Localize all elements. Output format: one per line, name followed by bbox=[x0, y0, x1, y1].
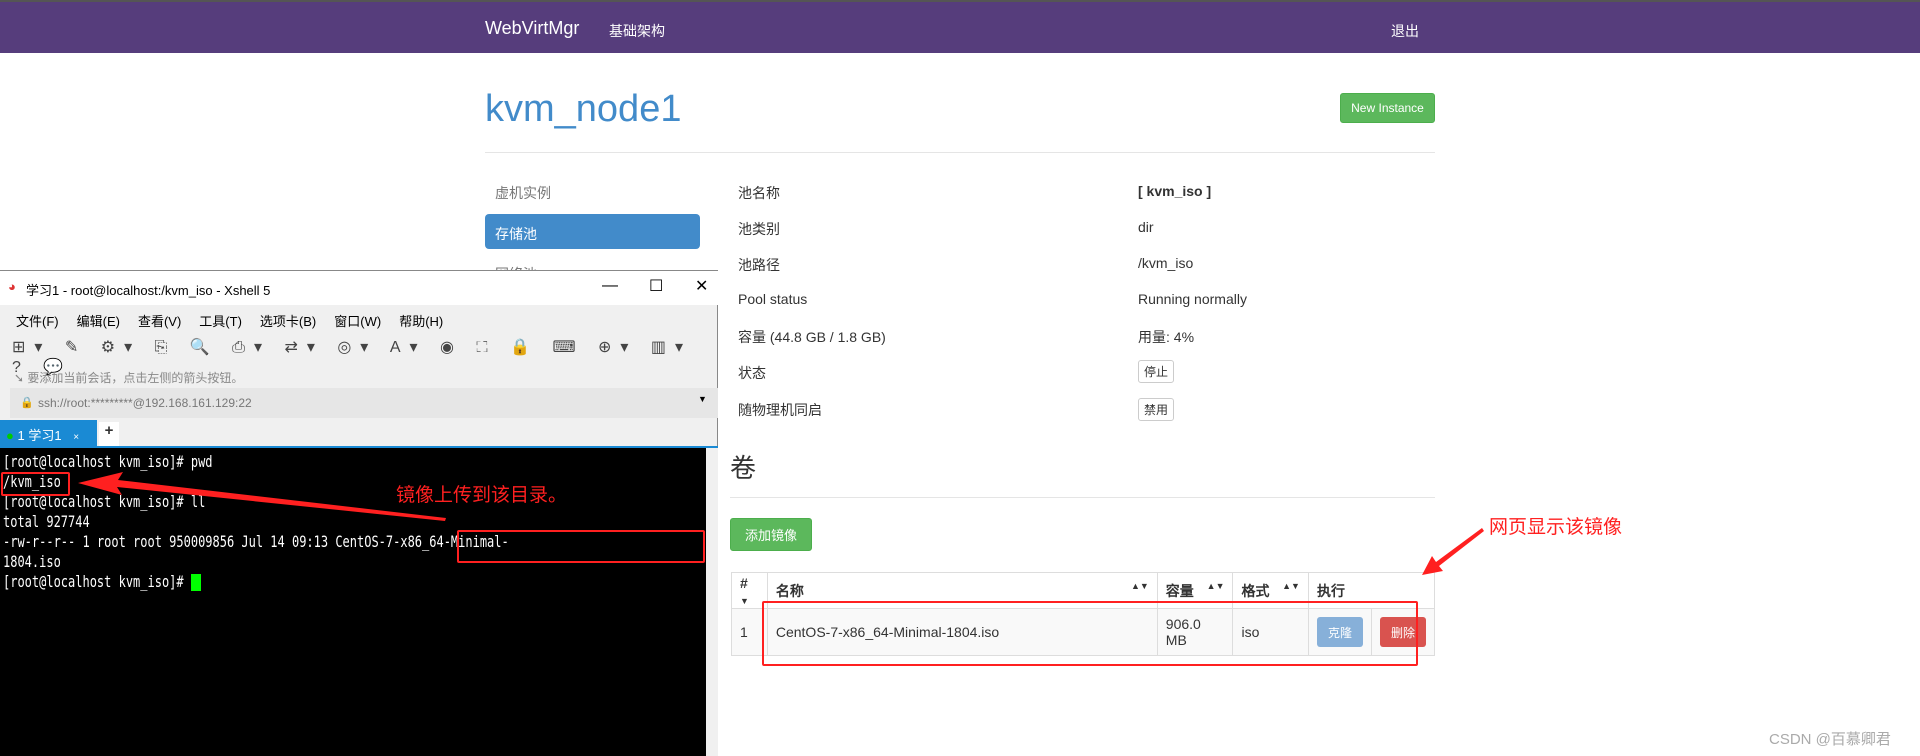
annotation-web-note: 网页显示该镜像 bbox=[1489, 517, 1623, 538]
watermark: CSDN @百慕卿君 bbox=[1769, 731, 1891, 748]
annotation-arrows bbox=[78, 472, 1484, 575]
annotation-upload-note: 镜像上传到该目录。 bbox=[396, 485, 568, 506]
arrow-to-table bbox=[1422, 528, 1484, 575]
arrow-to-path bbox=[78, 472, 446, 521]
